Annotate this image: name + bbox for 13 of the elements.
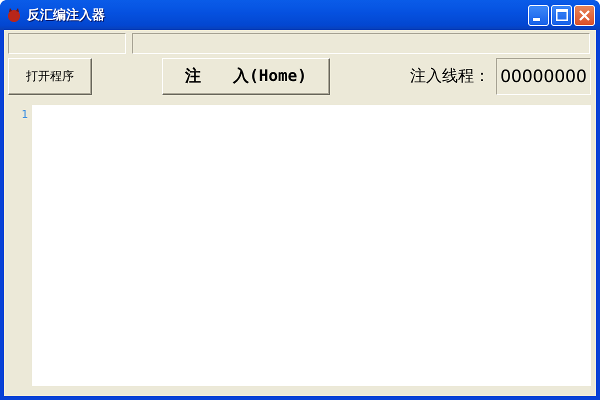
thread-label: 注入线程： <box>410 66 490 87</box>
app-icon <box>6 7 22 23</box>
open-program-button[interactable]: 打开程序 <box>8 58 92 95</box>
maximize-icon <box>556 9 568 21</box>
window-title: 反汇编注入器 <box>27 6 106 24</box>
close-icon <box>579 10 590 20</box>
line-number: 1 <box>21 108 28 121</box>
minimize-button[interactable] <box>528 4 549 26</box>
maximize-button[interactable] <box>551 4 572 26</box>
thread-field: 00000000 <box>496 58 591 95</box>
close-button[interactable] <box>574 4 595 26</box>
inject-button[interactable]: 注 入(Home) <box>162 58 330 95</box>
minimize-icon <box>533 18 540 20</box>
